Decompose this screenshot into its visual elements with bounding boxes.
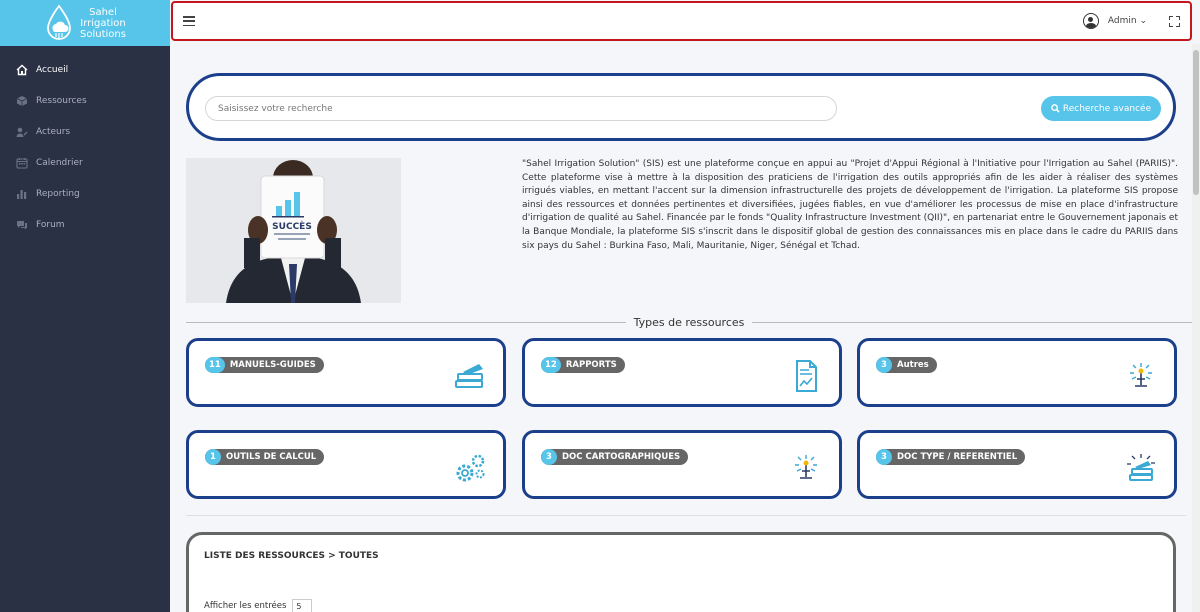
resource-list-title: LISTE DES RESSOURCES > TOUTES [204, 551, 379, 561]
sidebar-nav: Accueil Ressources Acteurs Calendrier Re… [0, 46, 170, 240]
sidebar: Sahel Irrigation Solutions Accueil Resso… [0, 0, 170, 612]
type-label: OUTILS DE CALCUL [226, 452, 317, 462]
books-sparkle-icon [1127, 454, 1155, 481]
sidebar-item-label: Calendrier [36, 157, 83, 168]
search-icon [1051, 104, 1060, 113]
topbar-right: Admin ⌄ [1082, 13, 1180, 29]
brand-logo-area[interactable]: Sahel Irrigation Solutions [0, 0, 170, 46]
type-count: 3 [541, 449, 557, 465]
type-label: MANUELS-GUIDES [229, 360, 316, 370]
page-scrollbar[interactable] [1192, 44, 1200, 612]
sidebar-item-label: Reporting [36, 188, 80, 199]
advanced-search-label: Recherche avancée [1062, 103, 1152, 114]
type-label: Autres [897, 360, 929, 370]
resource-types-header: Types de ressources [186, 314, 1192, 330]
sidebar-item-calendrier[interactable]: Calendrier [0, 147, 170, 178]
type-label: RAPPORTS [565, 360, 617, 370]
brand-name: Sahel Irrigation Solutions [80, 7, 126, 40]
scrollbar-thumb[interactable] [1193, 50, 1199, 195]
entries-label: Afficher les entrées [204, 601, 287, 611]
irrigation-sprinkler-icon [1130, 363, 1152, 387]
sidebar-item-label: Accueil [36, 64, 69, 75]
entries-select[interactable]: 5 [292, 599, 313, 612]
intro-paragraph: "Sahel Irrigation Solution" (SIS) est un… [522, 159, 1178, 251]
type-badge: 1 OUTILS DE CALCUL [205, 449, 325, 465]
search-panel: Recherche avancée [186, 73, 1176, 141]
type-badge: 3 DOC CARTOGRAPHIQUES [541, 449, 689, 465]
books-icon [455, 364, 483, 388]
type-badge: 12 RAPPORTS [541, 357, 625, 373]
sidebar-item-forum[interactable]: Forum [0, 209, 170, 240]
type-card-rapports[interactable]: 12 RAPPORTS [522, 338, 842, 407]
user-circle-icon[interactable] [1082, 13, 1099, 29]
topbar: Admin ⌄ [171, 1, 1192, 41]
hamburger-icon[interactable] [183, 16, 195, 26]
brand-line-2: Irrigation [80, 17, 126, 29]
type-card-manuels-guides[interactable]: 11 MANUELS-GUIDES [186, 338, 506, 407]
type-count: 11 [205, 357, 225, 373]
water-drop-logo-icon [47, 4, 71, 40]
hero-card-title: SUCCÈS [272, 220, 312, 232]
type-badge: 3 DOC TYPE / REFERENTIEL [876, 449, 1026, 465]
type-count: 3 [876, 357, 892, 373]
home-icon [16, 64, 28, 76]
resource-list-panel: LISTE DES RESSOURCES > TOUTES Afficher l… [186, 532, 1176, 612]
sidebar-item-label: Acteurs [36, 126, 71, 137]
type-count: 3 [876, 449, 892, 465]
brand-line-3: Solutions [80, 28, 126, 40]
type-card-outils-de-calcul[interactable]: 1 OUTILS DE CALCUL [186, 430, 506, 499]
hero-image: SUCCÈS [186, 158, 401, 303]
type-count: 12 [541, 357, 561, 373]
type-label: DOC TYPE / REFERENTIEL [897, 452, 1018, 462]
sidebar-item-accueil[interactable]: Accueil [0, 54, 170, 85]
comments-icon [16, 219, 28, 231]
entries-control: Afficher les entrées 5 [204, 599, 313, 612]
users-icon [16, 126, 28, 138]
sidebar-item-acteurs[interactable]: Acteurs [0, 116, 170, 147]
sidebar-item-reporting[interactable]: Reporting [0, 178, 170, 209]
gears-icon [456, 454, 485, 482]
user-menu-toggle[interactable]: Admin ⌄ [1108, 16, 1147, 26]
section-title: Types de ressources [633, 315, 745, 329]
cube-icon [16, 95, 28, 107]
section-divider [186, 515, 1186, 516]
type-card-doc-cartographiques[interactable]: 3 DOC CARTOGRAPHIQUES [522, 430, 842, 499]
sidebar-item-label: Ressources [36, 95, 87, 106]
search-input[interactable] [205, 96, 837, 121]
type-label: DOC CARTOGRAPHIQUES [562, 452, 681, 462]
type-card-doc-type-referentiel[interactable]: 3 DOC TYPE / REFERENTIEL [857, 430, 1177, 499]
advanced-search-button[interactable]: Recherche avancée [1041, 96, 1161, 121]
type-count: 1 [205, 449, 221, 465]
bar-chart-icon [16, 188, 28, 200]
report-document-icon [796, 360, 817, 392]
type-badge: 11 MANUELS-GUIDES [205, 357, 324, 373]
irrigation-sprinkler-icon [795, 455, 817, 479]
fullscreen-icon[interactable] [1169, 15, 1180, 27]
brand-line-1: Sahel [89, 6, 117, 18]
sidebar-item-label: Forum [36, 219, 65, 230]
sidebar-item-ressources[interactable]: Ressources [0, 85, 170, 116]
type-badge: 3 Autres [876, 357, 937, 373]
type-card-autres[interactable]: 3 Autres [857, 338, 1177, 407]
calendar-icon [16, 157, 28, 169]
businessman-success-illustration: SUCCÈS [186, 158, 401, 303]
